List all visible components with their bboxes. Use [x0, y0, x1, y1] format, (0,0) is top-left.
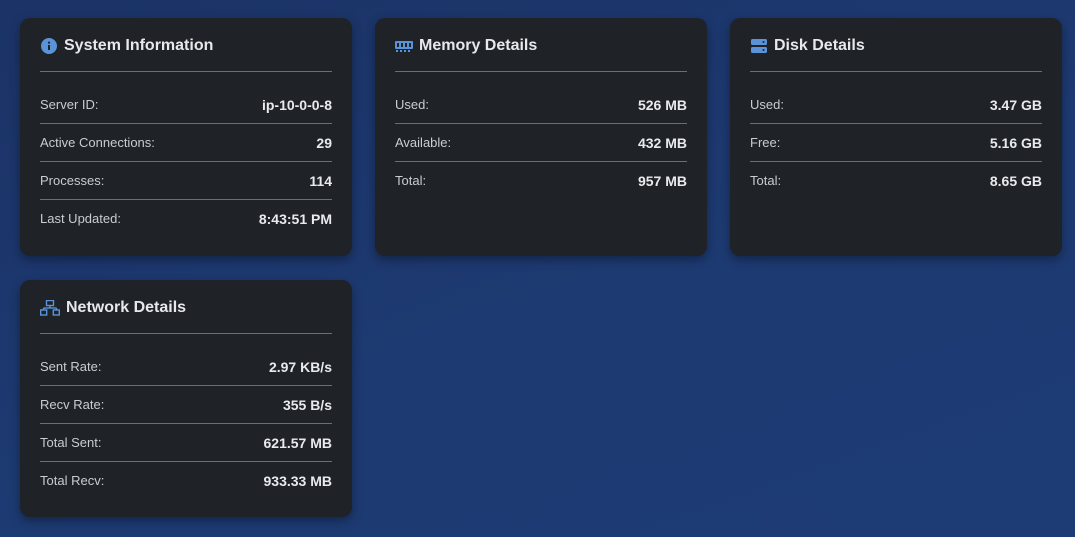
card-header: Network Details — [40, 280, 332, 334]
row-value: 355 B/s — [282, 396, 332, 413]
info-icon — [40, 37, 58, 55]
memory-row-total: Total: 957 MB — [395, 162, 687, 199]
row-value: 526 MB — [637, 96, 687, 113]
info-row-server-id: Server ID: ip-10-0-0-8 — [40, 86, 332, 124]
memory-details-card: Memory Details Used: 526 MB Available: 4… — [375, 18, 707, 256]
row-label: Recv Rate: — [40, 397, 105, 412]
row-label: Total: — [750, 173, 782, 188]
card-title: Disk Details — [774, 36, 865, 54]
row-label: Available: — [395, 135, 452, 150]
row-value: 432 MB — [637, 134, 687, 151]
row-label: Sent Rate: — [40, 359, 102, 374]
row-value: 3.47 GB — [989, 96, 1042, 113]
card-header: System Information — [40, 18, 332, 72]
row-value: 2.97 KB/s — [268, 358, 332, 375]
disk-details-card: Disk Details Used: 3.47 GB Free: 5.16 GB… — [730, 18, 1062, 256]
row-value: 5.16 GB — [989, 134, 1042, 151]
network-row-recv-rate: Recv Rate: 355 B/s — [40, 386, 332, 424]
card-header: Memory Details — [395, 18, 687, 72]
network-row-sent-rate: Sent Rate: 2.97 KB/s — [40, 348, 332, 386]
info-row-active-connections: Active Connections: 29 — [40, 124, 332, 162]
row-label: Total: — [395, 173, 427, 188]
memory-icon — [395, 37, 413, 55]
row-label: Processes: — [40, 173, 105, 188]
card-title: Memory Details — [419, 36, 538, 54]
row-value: 8:43:51 PM — [258, 210, 332, 227]
row-value: 621.57 MB — [263, 434, 332, 451]
info-row-last-updated: Last Updated: 8:43:51 PM — [40, 200, 332, 237]
network-row-total-sent: Total Sent: 621.57 MB — [40, 424, 332, 462]
memory-row-available: Available: 432 MB — [395, 124, 687, 162]
row-label: Last Updated: — [40, 211, 121, 226]
row-label: Total Sent: — [40, 435, 102, 450]
network-icon — [40, 299, 60, 317]
row-label: Active Connections: — [40, 135, 155, 150]
network-details-card: Network Details Sent Rate: 2.97 KB/s Rec… — [20, 280, 352, 517]
disk-row-free: Free: 5.16 GB — [750, 124, 1042, 162]
card-header: Disk Details — [750, 18, 1042, 72]
row-label: Server ID: — [40, 97, 99, 112]
row-value: 8.65 GB — [989, 172, 1042, 189]
disk-row-used: Used: 3.47 GB — [750, 86, 1042, 124]
card-title: System Information — [64, 36, 214, 54]
row-label: Used: — [750, 97, 784, 112]
row-label: Free: — [750, 135, 781, 150]
row-value: 957 MB — [637, 172, 687, 189]
row-value: ip-10-0-0-8 — [261, 96, 332, 113]
info-row-processes: Processes: 114 — [40, 162, 332, 200]
system-information-card: System Information Server ID: ip-10-0-0-… — [20, 18, 352, 256]
row-value: 933.33 MB — [263, 472, 332, 489]
row-label: Used: — [395, 97, 429, 112]
row-value: 114 — [309, 172, 332, 189]
network-row-total-recv: Total Recv: 933.33 MB — [40, 462, 332, 499]
disk-row-total: Total: 8.65 GB — [750, 162, 1042, 199]
row-value: 29 — [316, 134, 332, 151]
row-label: Total Recv: — [40, 473, 105, 488]
memory-row-used: Used: 526 MB — [395, 86, 687, 124]
hard-drive-icon — [750, 37, 768, 55]
card-title: Network Details — [66, 298, 187, 316]
